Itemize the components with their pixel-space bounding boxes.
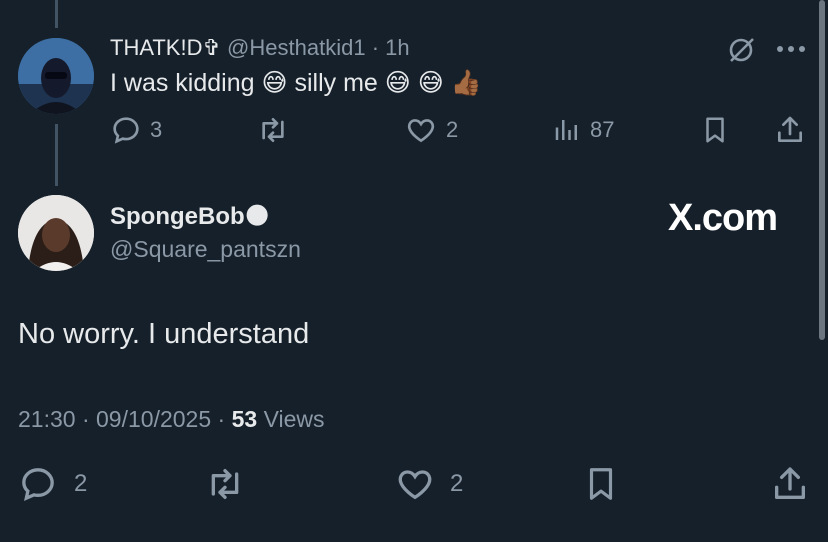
tweet-date[interactable]: 09/10/2025 bbox=[96, 406, 211, 432]
views-count: 87 bbox=[590, 117, 615, 142]
xcom-logo: X.com bbox=[668, 197, 778, 239]
main-author-name-row: SpongeBob🌑 bbox=[110, 202, 270, 231]
handle[interactable]: @Square_pantszn bbox=[110, 236, 301, 263]
like-button[interactable]: 2 bbox=[404, 114, 458, 146]
tweet-meta: 21:30 · 09/10/2025 · 53 Views bbox=[18, 406, 325, 433]
reply-count: 3 bbox=[150, 117, 163, 142]
reply-tweet-text: I was kidding 😅 silly me 😅 😅 👍🏾 bbox=[110, 69, 482, 97]
bookmark-button[interactable] bbox=[700, 114, 730, 146]
reply-author-line: THATK!D✞ @Hesthatkid1 · 1h bbox=[110, 35, 410, 61]
share-button[interactable] bbox=[770, 464, 810, 504]
handle[interactable]: @Hesthatkid1 bbox=[227, 35, 366, 60]
bookmark-icon bbox=[700, 114, 730, 146]
more-icon[interactable] bbox=[776, 44, 806, 54]
share-icon bbox=[770, 464, 810, 504]
separator: · bbox=[81, 406, 90, 432]
repost-icon bbox=[204, 464, 246, 504]
avatar[interactable] bbox=[18, 38, 94, 114]
bookmark-icon bbox=[582, 464, 620, 504]
heart-icon bbox=[394, 464, 436, 504]
comment-icon bbox=[18, 464, 58, 504]
like-count: 2 bbox=[446, 117, 459, 142]
repost-button[interactable] bbox=[204, 464, 246, 504]
separator: · bbox=[371, 35, 380, 60]
display-name[interactable]: THATK!D✞ bbox=[110, 35, 221, 60]
share-button[interactable] bbox=[774, 114, 806, 146]
reply-button[interactable]: 3 bbox=[110, 114, 162, 146]
bookmark-button[interactable] bbox=[582, 464, 620, 504]
share-icon bbox=[774, 114, 806, 146]
heart-icon bbox=[404, 114, 438, 146]
grok-icon[interactable] bbox=[726, 35, 756, 65]
separator: · bbox=[217, 406, 226, 432]
like-button[interactable]: 2 bbox=[394, 464, 463, 504]
reply-button[interactable]: 2 bbox=[18, 464, 87, 504]
views-button[interactable]: 87 bbox=[552, 114, 614, 146]
main-tweet-text: No worry. I understand bbox=[18, 318, 310, 350]
views-icon bbox=[552, 114, 582, 146]
views-label: Views bbox=[263, 406, 325, 432]
thread-line-bottom bbox=[55, 124, 58, 186]
reply-count: 2 bbox=[74, 470, 88, 497]
name-emoji: 🌑 bbox=[244, 203, 270, 230]
timestamp[interactable]: 1h bbox=[385, 35, 409, 60]
display-name[interactable]: SpongeBob bbox=[110, 203, 245, 230]
like-count: 2 bbox=[450, 470, 464, 497]
scrollbar[interactable] bbox=[819, 0, 825, 340]
repost-button[interactable] bbox=[256, 114, 290, 146]
avatar[interactable] bbox=[18, 195, 94, 271]
tweet-time[interactable]: 21:30 bbox=[18, 406, 76, 432]
views-count: 53 bbox=[231, 406, 258, 432]
repost-icon bbox=[256, 114, 290, 146]
comment-icon bbox=[110, 114, 142, 146]
thread-line-top bbox=[55, 0, 58, 28]
